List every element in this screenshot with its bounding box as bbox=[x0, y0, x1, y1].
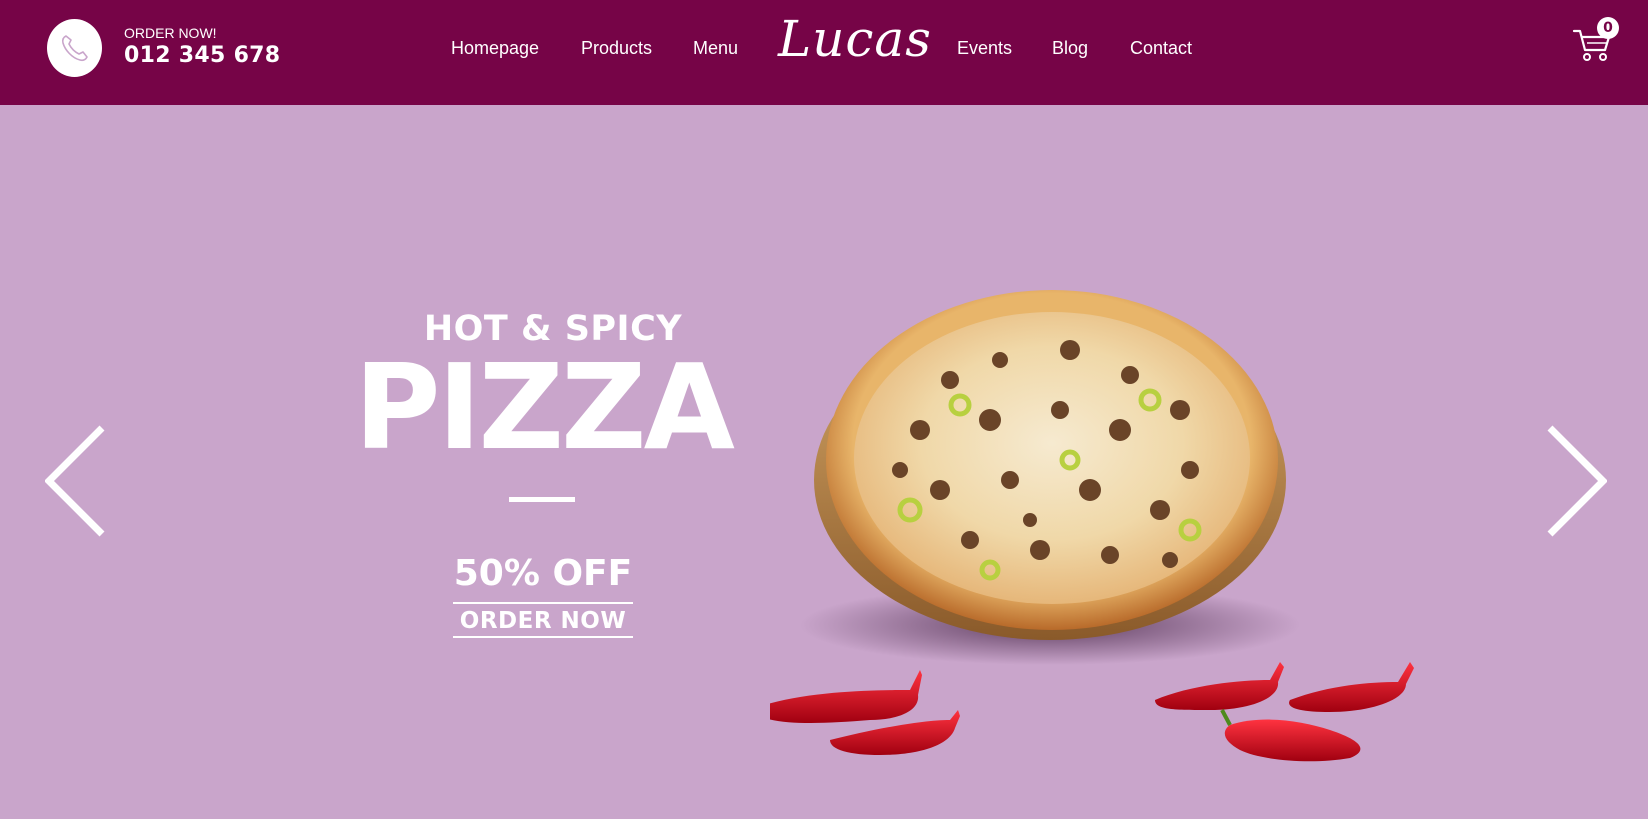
order-now-label: ORDER NOW! bbox=[124, 25, 217, 41]
discount-text: 50% OFF bbox=[453, 553, 633, 594]
pizza-image bbox=[770, 290, 1414, 762]
order-now-button[interactable]: ORDER NOW bbox=[453, 602, 633, 638]
cart-count-badge: 0 bbox=[1597, 17, 1619, 39]
site-header: ORDER NOW! 012 345 678 Homepage Products… bbox=[0, 0, 1648, 105]
nav-products[interactable]: Products bbox=[581, 38, 652, 59]
nav-homepage[interactable]: Homepage bbox=[451, 38, 539, 59]
chevron-left-icon[interactable] bbox=[45, 425, 105, 537]
nav-menu[interactable]: Menu bbox=[693, 38, 738, 59]
phone-icon[interactable] bbox=[47, 19, 102, 77]
hero-divider bbox=[509, 497, 575, 502]
hero-title: PIZZA bbox=[354, 338, 735, 476]
chevron-right-icon[interactable] bbox=[1547, 425, 1607, 537]
nav-contact[interactable]: Contact bbox=[1130, 38, 1192, 59]
site-logo[interactable]: Lucas bbox=[778, 10, 932, 68]
order-phone-number[interactable]: 012 345 678 bbox=[124, 43, 280, 68]
nav-events[interactable]: Events bbox=[957, 38, 1012, 59]
nav-blog[interactable]: Blog bbox=[1052, 38, 1088, 59]
